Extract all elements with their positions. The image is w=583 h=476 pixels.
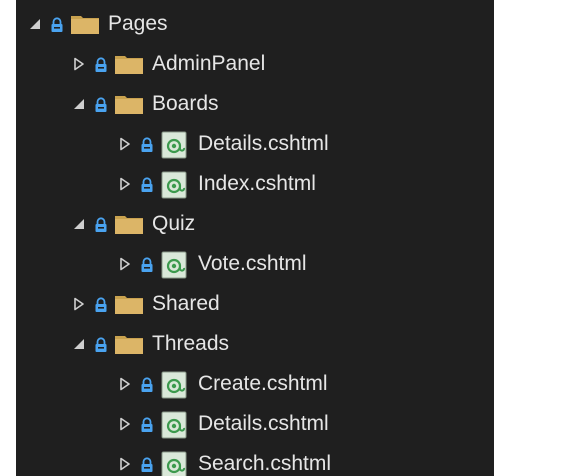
tree-node-label: Threads — [152, 332, 230, 355]
tree-node-threads-search[interactable]: Search.cshtml — [16, 444, 494, 476]
folder-icon — [70, 13, 100, 35]
lock-icon — [140, 177, 154, 193]
lock-icon — [94, 297, 108, 313]
tree-node-label: Pages — [108, 12, 168, 35]
tree-node-label: Vote.cshtml — [198, 252, 307, 275]
folder-icon — [114, 93, 144, 115]
razor-file-icon — [160, 371, 190, 399]
triangle-expanded-icon[interactable] — [72, 217, 86, 231]
triangle-collapsed-icon[interactable] — [72, 297, 86, 311]
tree-node-label: Details.cshtml — [198, 132, 329, 155]
tree-node-adminpanel[interactable]: AdminPanel — [16, 44, 494, 84]
razor-file-icon — [160, 251, 190, 279]
lock-icon — [94, 97, 108, 113]
triangle-collapsed-icon[interactable] — [118, 177, 132, 191]
lock-icon — [50, 17, 64, 33]
tree-node-label: Details.cshtml — [198, 412, 329, 435]
triangle-expanded-icon[interactable] — [28, 17, 42, 31]
tree-node-quiz[interactable]: Quiz — [16, 204, 494, 244]
tree-node-quiz-vote[interactable]: Vote.cshtml — [16, 244, 494, 284]
tree-node-label: Search.cshtml — [198, 452, 332, 475]
folder-icon — [114, 293, 144, 315]
tree-node-label: Index.cshtml — [198, 172, 316, 195]
triangle-collapsed-icon[interactable] — [118, 457, 132, 471]
razor-file-icon — [160, 411, 190, 439]
tree-node-label: Quiz — [152, 212, 196, 235]
lock-icon — [94, 337, 108, 353]
lock-icon — [140, 257, 154, 273]
lock-icon — [140, 377, 154, 393]
triangle-collapsed-icon[interactable] — [118, 417, 132, 431]
solution-explorer-panel: Pages AdminPanel Boards Details.cshtml I… — [0, 0, 583, 476]
triangle-collapsed-icon[interactable] — [118, 257, 132, 271]
tree-node-label: Boards — [152, 92, 219, 115]
triangle-collapsed-icon[interactable] — [72, 57, 86, 71]
tree-node-threads-create[interactable]: Create.cshtml — [16, 364, 494, 404]
triangle-expanded-icon[interactable] — [72, 97, 86, 111]
tree-node-boards-details[interactable]: Details.cshtml — [16, 124, 494, 164]
tree-node-label: Create.cshtml — [198, 372, 328, 395]
tree-node-boards-index[interactable]: Index.cshtml — [16, 164, 494, 204]
tree-node-threads[interactable]: Threads — [16, 324, 494, 364]
tree-node-label: Shared — [152, 292, 220, 315]
triangle-expanded-icon[interactable] — [72, 337, 86, 351]
lock-icon — [140, 137, 154, 153]
file-tree: Pages AdminPanel Boards Details.cshtml I… — [16, 0, 494, 476]
tree-node-label: AdminPanel — [152, 52, 266, 75]
lock-icon — [94, 217, 108, 233]
folder-icon — [114, 213, 144, 235]
razor-file-icon — [160, 171, 190, 199]
folder-icon — [114, 53, 144, 75]
folder-icon — [114, 333, 144, 355]
tree-node-shared[interactable]: Shared — [16, 284, 494, 324]
lock-icon — [94, 57, 108, 73]
tree-node-boards[interactable]: Boards — [16, 84, 494, 124]
triangle-collapsed-icon[interactable] — [118, 137, 132, 151]
lock-icon — [140, 417, 154, 433]
tree-node-threads-details[interactable]: Details.cshtml — [16, 404, 494, 444]
razor-file-icon — [160, 451, 190, 476]
tree-node-pages[interactable]: Pages — [16, 4, 494, 44]
triangle-collapsed-icon[interactable] — [118, 377, 132, 391]
lock-icon — [140, 457, 154, 473]
razor-file-icon — [160, 131, 190, 159]
